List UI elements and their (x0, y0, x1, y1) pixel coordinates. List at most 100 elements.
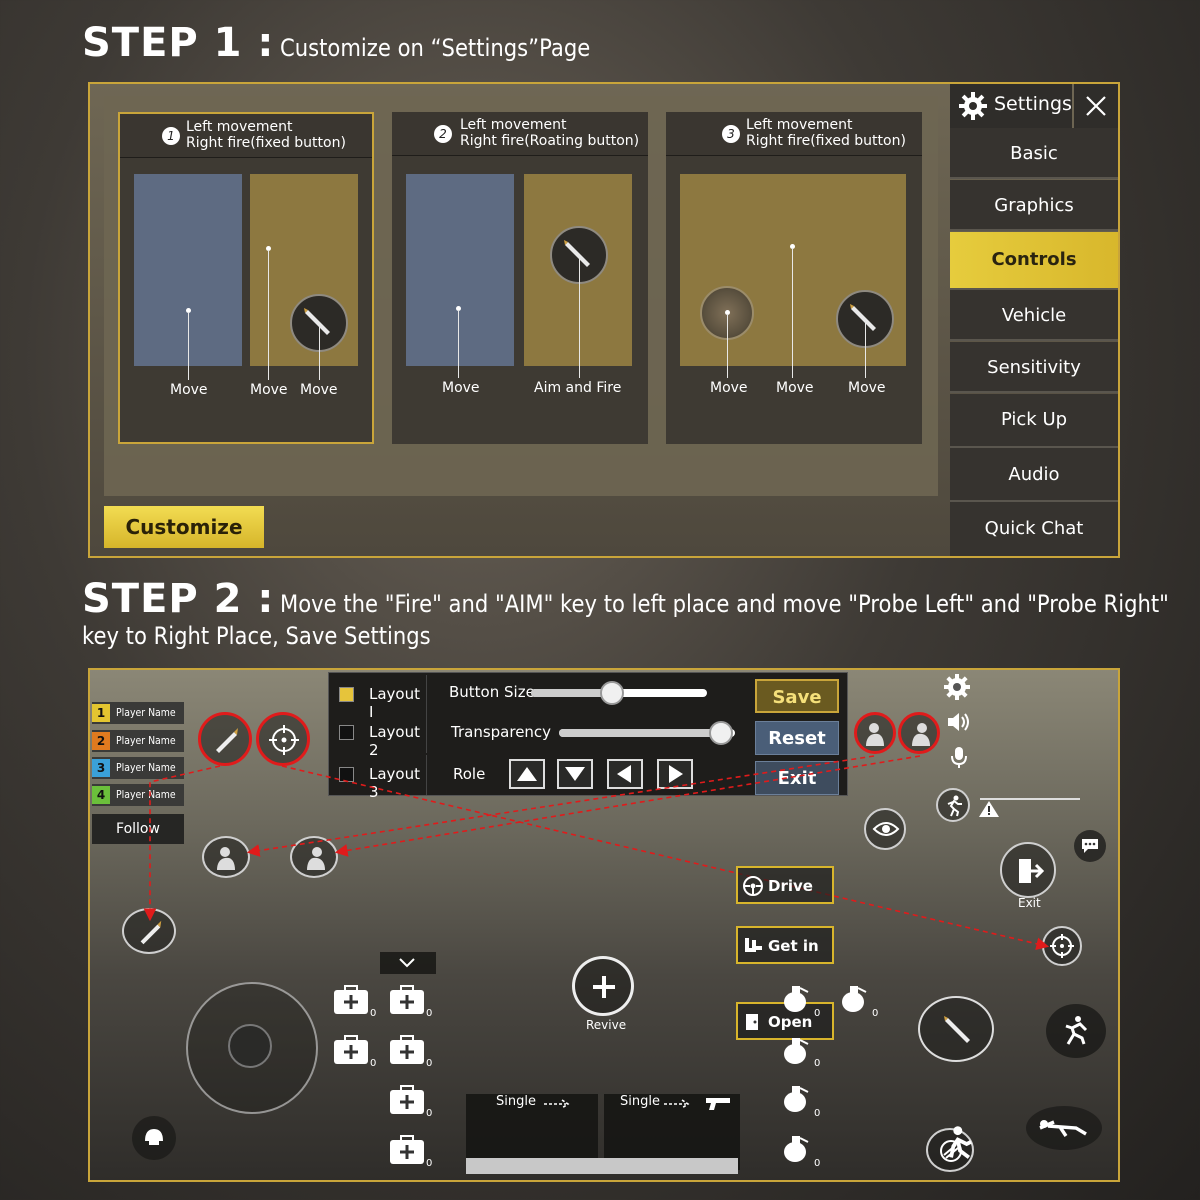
medkit-icon (334, 985, 368, 1014)
ammo-bar (466, 1158, 738, 1174)
layout-card-header: 2 Left movement Right fire(Roating butto… (392, 112, 648, 156)
pointer-line (458, 310, 459, 378)
move-label: Move (170, 382, 208, 398)
item-count: 0 (426, 1008, 433, 1019)
grenade-slot[interactable] (838, 982, 872, 1016)
grenade-icon (842, 986, 867, 1012)
move-label: Move (710, 380, 748, 396)
layout-card-2[interactable]: 2 Left movement Right fire(Roating butto… (392, 112, 648, 444)
layout-description: Left movement Right fire(fixed button) (186, 119, 346, 151)
medkit-icon (390, 1085, 424, 1114)
medkit-slot[interactable] (388, 1084, 426, 1116)
bullet-icon (944, 1016, 970, 1043)
revive-button[interactable] (572, 956, 634, 1016)
settings-tab-vehicle[interactable]: Vehicle (950, 290, 1118, 341)
step1-prefix: STEP 1 : (82, 20, 275, 66)
get-in-button[interactable]: Get in (736, 926, 834, 964)
customize-button[interactable]: Customize (104, 506, 264, 548)
fire-button-right[interactable] (918, 996, 994, 1062)
item-count: 0 (814, 1058, 821, 1069)
step2-prefix: STEP 2 : (82, 576, 275, 622)
medkit-icon (390, 985, 424, 1014)
backpack-button[interactable] (132, 1116, 176, 1160)
prone-soldier-icon (1039, 1120, 1087, 1137)
item-count: 0 (872, 1008, 879, 1019)
crouching-soldier-icon (949, 1126, 972, 1159)
settings-tab-basic[interactable]: Basic (950, 128, 1118, 179)
grenade-slot[interactable] (780, 1034, 814, 1068)
pistol-icon (706, 1098, 730, 1110)
medkit-slot[interactable] (332, 984, 370, 1016)
pointer-line (188, 312, 189, 380)
layout-number: 2 (434, 125, 452, 143)
medkit-icon (334, 1035, 368, 1064)
door-icon (746, 1014, 758, 1030)
jump-button[interactable] (1046, 1004, 1106, 1058)
move-label: Move (848, 380, 886, 396)
medkit-slot[interactable] (388, 984, 426, 1016)
grenade-slot[interactable] (780, 1132, 814, 1166)
layout-number: 1 (162, 127, 180, 145)
grenade-slot[interactable] (780, 1082, 814, 1116)
items-expand-tab[interactable] (380, 952, 436, 974)
step1-title: Customize on “Settings”Page (280, 34, 591, 62)
layout-card-header: 3 Left movement Right fire(fixed button) (666, 112, 922, 156)
layout-line1: Left movement (460, 117, 567, 133)
pointer-line (268, 250, 269, 380)
pointer-line (319, 322, 320, 380)
seat-icon (745, 938, 762, 952)
layout-card-1[interactable]: 1 Left movement Right fire(fixed button)… (118, 112, 374, 444)
layout-line2: Right fire(fixed button) (186, 135, 346, 151)
move-label: Move (300, 382, 338, 398)
layout-line1: Left movement (746, 117, 853, 133)
jumping-figure-icon (1065, 1016, 1088, 1045)
plus-icon (593, 976, 615, 998)
crouch-button[interactable] (930, 1118, 986, 1174)
step2-instruction-line2: key to Right Place, Save Settings (82, 622, 431, 650)
hud-customize-panel: 1 Player Name 2 Player Name 3 Player Nam… (88, 668, 1120, 1182)
item-count: 0 (370, 1008, 377, 1019)
close-button[interactable] (1074, 84, 1118, 128)
settings-tab-audio[interactable]: Audio (950, 448, 1118, 502)
get-in-label: Get in (768, 937, 819, 955)
settings-tab-graphics[interactable]: Graphics (950, 180, 1118, 231)
item-count: 0 (814, 1158, 821, 1169)
settings-header: Settings (950, 84, 1072, 128)
drive-button[interactable]: Drive (736, 866, 834, 904)
settings-title: Settings (994, 93, 1072, 115)
fire-mode-label: Single (496, 1094, 536, 1109)
fire-mode-arrow-icon (544, 1099, 570, 1109)
medkit-slot[interactable] (388, 1034, 426, 1066)
joystick-knob[interactable] (228, 1024, 272, 1068)
settings-tab-sensitivity[interactable]: Sensitivity (950, 342, 1118, 393)
item-count: 0 (814, 1008, 821, 1019)
move-label: Move (250, 382, 288, 398)
helmet-icon (145, 1129, 163, 1145)
aim-fire-label: Aim and Fire (534, 380, 622, 396)
layout-description: Left movement Right fire(fixed button) (746, 117, 906, 149)
medkit-icon (390, 1035, 424, 1064)
medkit-slot[interactable] (388, 1134, 426, 1166)
settings-tab-pickup[interactable]: Pick Up (950, 394, 1118, 448)
pointer-line (792, 248, 793, 378)
item-count: 0 (814, 1108, 821, 1119)
layout-line1: Left movement (186, 119, 293, 135)
settings-tab-controls[interactable]: Controls (950, 232, 1118, 290)
settings-tab-quick-chat[interactable]: Quick Chat (950, 502, 1118, 556)
layout-card-3[interactable]: 3 Left movement Right fire(fixed button)… (666, 112, 922, 444)
layout-line2: Right fire(Roating button) (460, 133, 640, 149)
revive-label: Revive (586, 1018, 627, 1032)
grenade-icon (784, 986, 809, 1012)
grenade-icon (784, 1136, 809, 1162)
chevron-down-icon (399, 958, 415, 968)
medkit-slot[interactable] (332, 1034, 370, 1066)
move-label: Move (776, 380, 814, 396)
close-icon (1086, 96, 1106, 116)
prone-button[interactable] (1026, 1106, 1102, 1150)
pointer-line (727, 314, 728, 378)
grenade-icon (784, 1038, 809, 1064)
grenade-slot[interactable] (780, 982, 814, 1016)
movement-joystick[interactable] (186, 982, 318, 1114)
step2-instruction-line1: Move the "Fire" and "AIM" key to left pl… (280, 590, 1170, 618)
item-count: 0 (426, 1158, 433, 1169)
